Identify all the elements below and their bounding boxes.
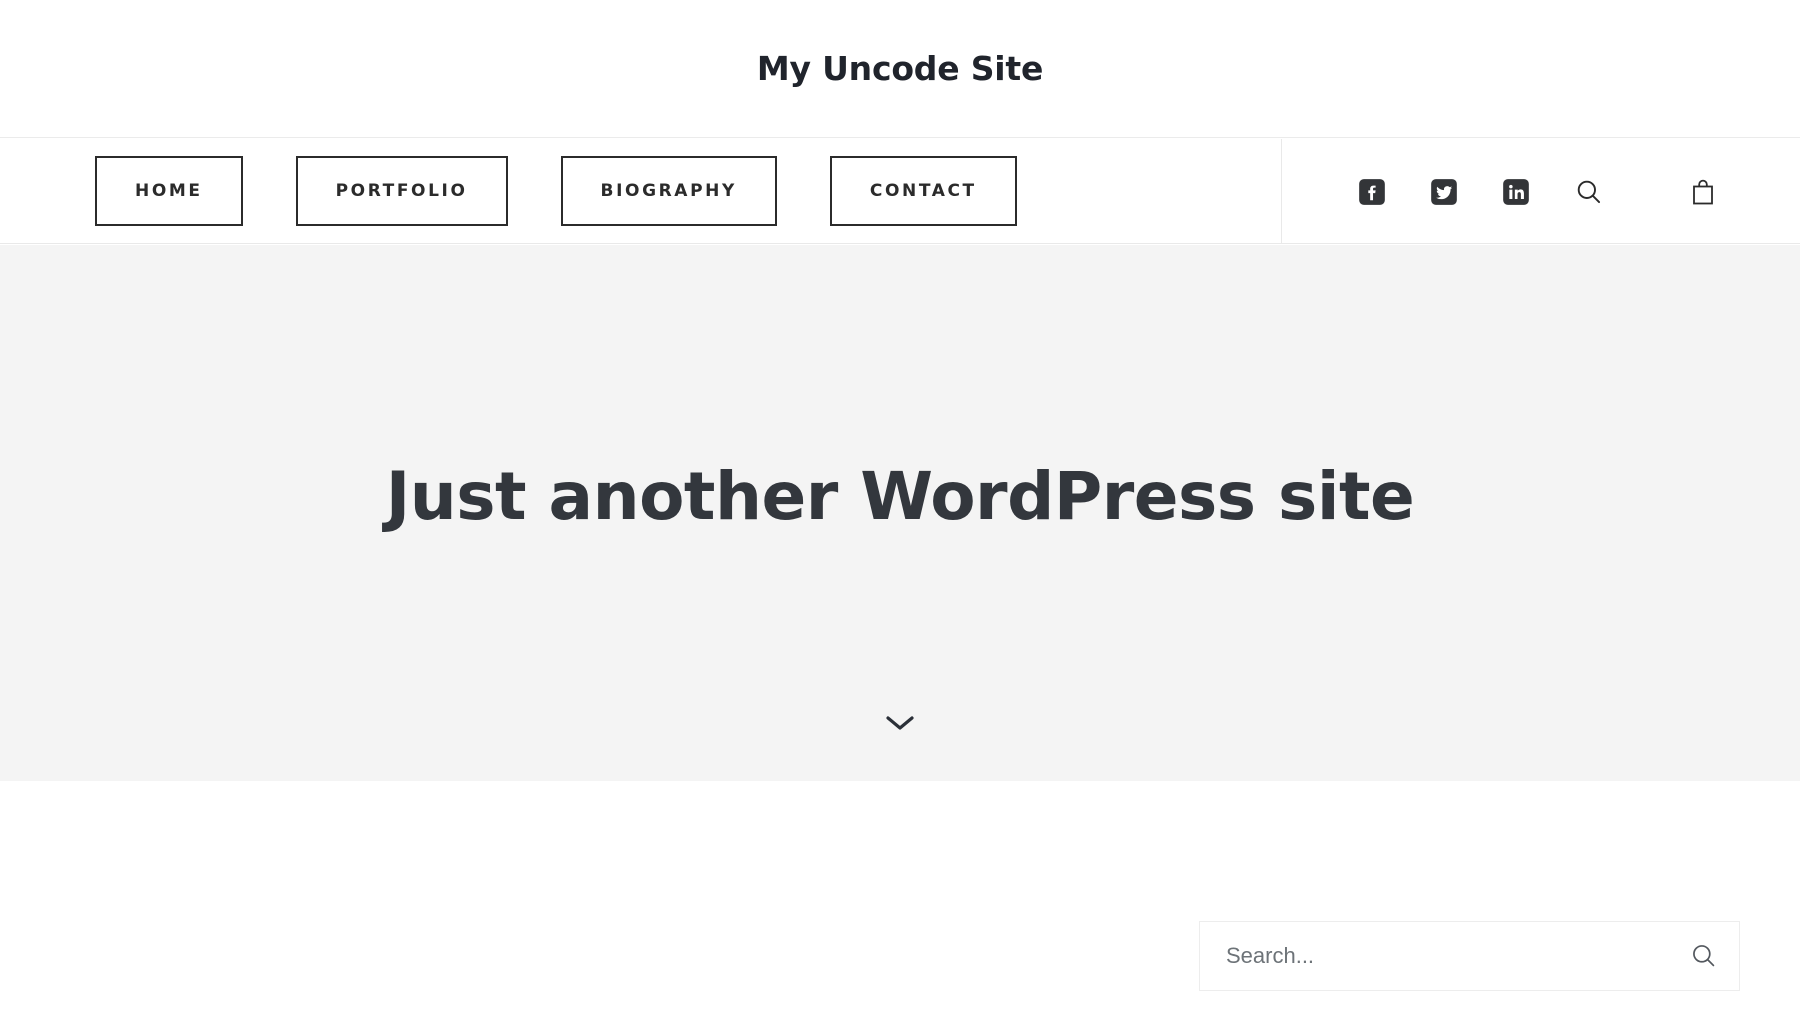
nav-item-label: Contact bbox=[869, 181, 977, 201]
nav-item-portfolio[interactable]: Portfolio bbox=[295, 156, 508, 226]
main-navigation-bar: Home Portfolio Biography Contact bbox=[0, 139, 1800, 244]
search-input[interactable] bbox=[1200, 922, 1669, 990]
facebook-icon[interactable] bbox=[1357, 177, 1387, 207]
nav-item-label: Portfolio bbox=[335, 181, 468, 201]
page-root: My Uncode Site Home Portfolio Biography … bbox=[0, 0, 1800, 1013]
search-widget bbox=[1199, 921, 1740, 991]
nav-item-home[interactable]: Home bbox=[95, 156, 243, 226]
nav-utility-group bbox=[1281, 139, 1719, 244]
shopping-bag-icon[interactable] bbox=[1687, 176, 1719, 208]
hero-title: Just another WordPress site bbox=[385, 458, 1415, 535]
site-header: My Uncode Site bbox=[0, 0, 1800, 138]
nav-item-biography[interactable]: Biography bbox=[560, 156, 777, 226]
nav-item-contact[interactable]: Contact bbox=[829, 156, 1017, 226]
nav-item-label: Home bbox=[135, 181, 203, 201]
twitter-icon[interactable] bbox=[1429, 177, 1459, 207]
chevron-down-icon[interactable] bbox=[0, 712, 1800, 734]
site-title: My Uncode Site bbox=[756, 49, 1044, 88]
linkedin-icon[interactable] bbox=[1501, 177, 1531, 207]
search-icon[interactable] bbox=[1573, 176, 1605, 208]
nav-item-label: Biography bbox=[600, 181, 737, 201]
search-submit-button[interactable] bbox=[1669, 922, 1739, 990]
nav-menu: Home Portfolio Biography Contact bbox=[0, 139, 1017, 243]
